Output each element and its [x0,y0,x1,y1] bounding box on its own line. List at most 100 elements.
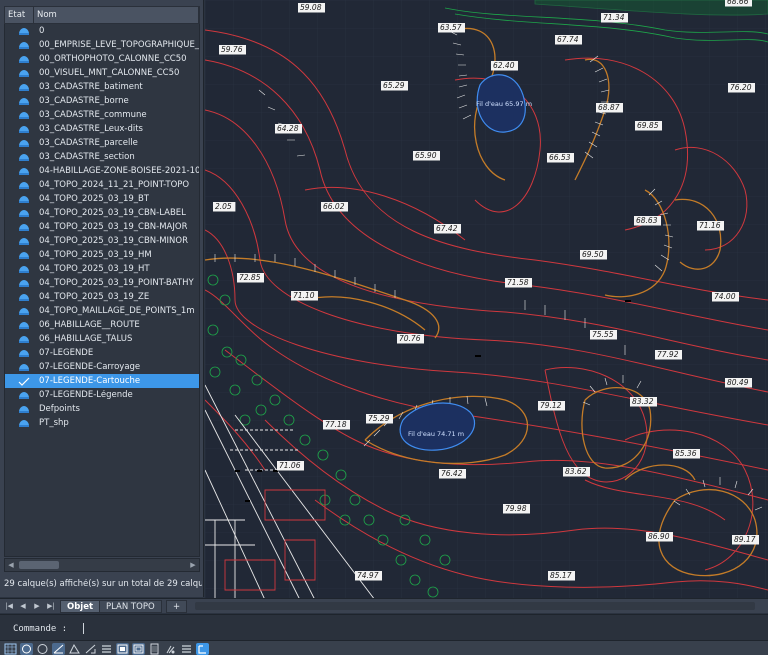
layer-row[interactable]: 04-HABILLAGE-ZONE-BOISEE-2021-10-29 [5,164,199,178]
layer-state-icon[interactable] [18,41,30,49]
elevation-label[interactable]: 68.63 [636,216,658,225]
elevation-label[interactable]: 59.76 [221,45,243,54]
layer-row[interactable]: 00_EMPRISE_LEVE_TOPOGRAPHIQUE_ [5,38,199,52]
elevation-label[interactable]: 66.53 [549,153,571,162]
elevation-label[interactable]: 76.42 [441,469,463,478]
layer-row[interactable]: 07-LEGENDE-Légende [5,388,199,402]
layer-state-icon[interactable] [18,321,30,329]
layer-row[interactable]: Defpoints [5,402,199,416]
last-tab-icon[interactable]: ▶| [46,601,56,611]
elevation-label[interactable]: 74.00 [714,292,736,301]
layer-state-icon[interactable] [18,153,30,161]
layer-row[interactable]: 04_TOPO_MAILLAGE_DE_POINTS_1m [5,304,199,318]
elevation-label[interactable]: 85.36 [675,449,697,458]
layer-state-icon[interactable] [18,111,30,119]
layer-row[interactable]: 03_CADASTRE_batiment [5,80,199,94]
layer-row[interactable]: 03_CADASTRE_Leux-dits [5,122,199,136]
grid-toggle-icon[interactable] [4,643,17,655]
layer-row[interactable]: 04_TOPO_2025_03_19_CBN-MAJOR [5,220,199,234]
elevation-label[interactable]: 72.85 [239,273,261,282]
elevation-label[interactable]: 89.17 [734,535,756,544]
layer-row[interactable]: 07-LEGENDE-Carroyage [5,360,199,374]
layer-state-icon[interactable] [18,195,30,203]
layer-list[interactable]: 0 00_EMPRISE_LEVE_TOPOGRAPHIQUE_ 00_ORTHOP… [4,24,200,557]
scrollbar-thumb[interactable] [19,561,59,569]
elevation-label[interactable]: 77.18 [325,420,347,429]
layer-state-icon[interactable] [18,139,30,147]
circle-snap-icon[interactable] [36,643,49,655]
elevation-label[interactable]: 59.08 [300,3,322,12]
elevation-label[interactable]: 76.20 [730,83,752,92]
elevation-label[interactable]: 74.97 [357,571,379,580]
checkmark-icon[interactable] [18,377,30,386]
tab-bar-scrollbar[interactable] [195,602,755,610]
elevation-label[interactable]: 69.85 [637,121,659,130]
column-header-name[interactable]: Nom [34,7,199,23]
layer-state-icon[interactable] [18,405,30,413]
layer-state-icon[interactable] [18,27,30,35]
cad-drawing-canvas[interactable]: Fil d'eau 65.97 m Fil d'eau 74.71 m 59.0… [205,0,768,600]
layer-state-icon[interactable] [18,349,30,357]
layer-row[interactable]: 03_CADASTRE_commune [5,108,199,122]
elevation-label[interactable]: 2.05 [215,202,232,211]
layer-state-icon[interactable] [18,335,30,343]
layer-row[interactable]: 04_TOPO_2025_03_19_HM [5,248,199,262]
layer-row[interactable]: 04_TOPO_2025_03_19_BT [5,192,199,206]
annotation-scale-icon[interactable] [164,643,177,655]
layer-state-icon[interactable] [18,293,30,301]
layer-row[interactable]: 04_TOPO_2025_03_19_HT [5,262,199,276]
lineweight-icon[interactable] [100,643,113,655]
add-tab-button[interactable]: + [166,600,188,613]
layer-state-icon[interactable] [18,55,30,63]
layer-state-icon[interactable] [18,209,30,217]
layer-row[interactable]: 06_HABILLAGE_TALUS [5,332,199,346]
layer-state-icon[interactable] [18,391,30,399]
dynamic-ucs-icon[interactable] [148,643,161,655]
menu-icon[interactable] [180,643,193,655]
layer-row[interactable]: 04_TOPO_2025_03_19_CBN-LABEL [5,206,199,220]
tab-plan-topo[interactable]: PLAN TOPO [99,600,162,613]
next-tab-icon[interactable]: ▶ [32,601,42,611]
elevation-label[interactable]: 65.90 [415,151,437,160]
layer-state-icon[interactable] [18,237,30,245]
elevation-label[interactable]: 70.76 [399,334,421,343]
layer-state-icon[interactable] [18,223,30,231]
elevation-label[interactable]: 71.06 [279,461,301,470]
polar-tracking-icon[interactable] [52,643,65,655]
elevation-label[interactable]: 77.92 [657,350,679,359]
elevation-label[interactable]: 66.02 [323,202,345,211]
elevation-label[interactable]: 83.32 [632,397,654,406]
elevation-label[interactable]: 80.49 [727,378,749,387]
layer-row[interactable]: 07-LEGENDE [5,346,199,360]
quick-properties-icon[interactable] [196,643,209,655]
layer-state-icon[interactable] [18,419,30,427]
elevation-label[interactable]: 64.28 [277,124,299,133]
elevation-label[interactable]: 75.29 [368,414,390,423]
object-snap-icon[interactable] [84,643,97,655]
elevation-label[interactable]: 83.62 [565,467,587,476]
layer-row[interactable]: 04_TOPO_2025_03_19_CBN-MINOR [5,234,199,248]
scroll-right-arrow-icon[interactable]: ▶ [187,559,199,571]
layer-row[interactable]: 00_VISUEL_MNT_CALONNE_CC50 [5,66,199,80]
command-input[interactable] [82,620,752,636]
layer-state-icon[interactable] [18,363,30,371]
first-tab-icon[interactable]: |◀ [4,601,14,611]
elevation-label[interactable]: 67.42 [436,224,458,233]
elevation-label[interactable]: 68.66 [727,0,749,6]
elevation-label[interactable]: 75.55 [592,330,614,339]
layer-state-icon[interactable] [18,69,30,77]
elevation-label[interactable]: 71.16 [699,221,721,230]
elevation-label[interactable]: 67.74 [557,35,579,44]
previous-tab-icon[interactable]: ◀ [18,601,28,611]
layer-row[interactable]: 03_CADASTRE_section [5,150,199,164]
elevation-label[interactable]: 62.40 [493,61,515,70]
elevation-label[interactable]: 69.50 [582,250,604,259]
layer-row[interactable]: 0 [5,24,199,38]
layer-row[interactable]: 04_TOPO_2025_03_19_ZE [5,290,199,304]
layer-list-horizontal-scrollbar[interactable]: ◀ ▶ [4,558,200,572]
elevation-label[interactable]: 79.98 [505,504,527,513]
layer-state-icon[interactable] [18,307,30,315]
layer-row[interactable]: 07-LEGENDE-Cartouche [5,374,199,388]
elevation-label[interactable]: 79.12 [540,401,562,410]
layer-row[interactable]: 04_TOPO_2025_03_19_POINT-BATHY [5,276,199,290]
